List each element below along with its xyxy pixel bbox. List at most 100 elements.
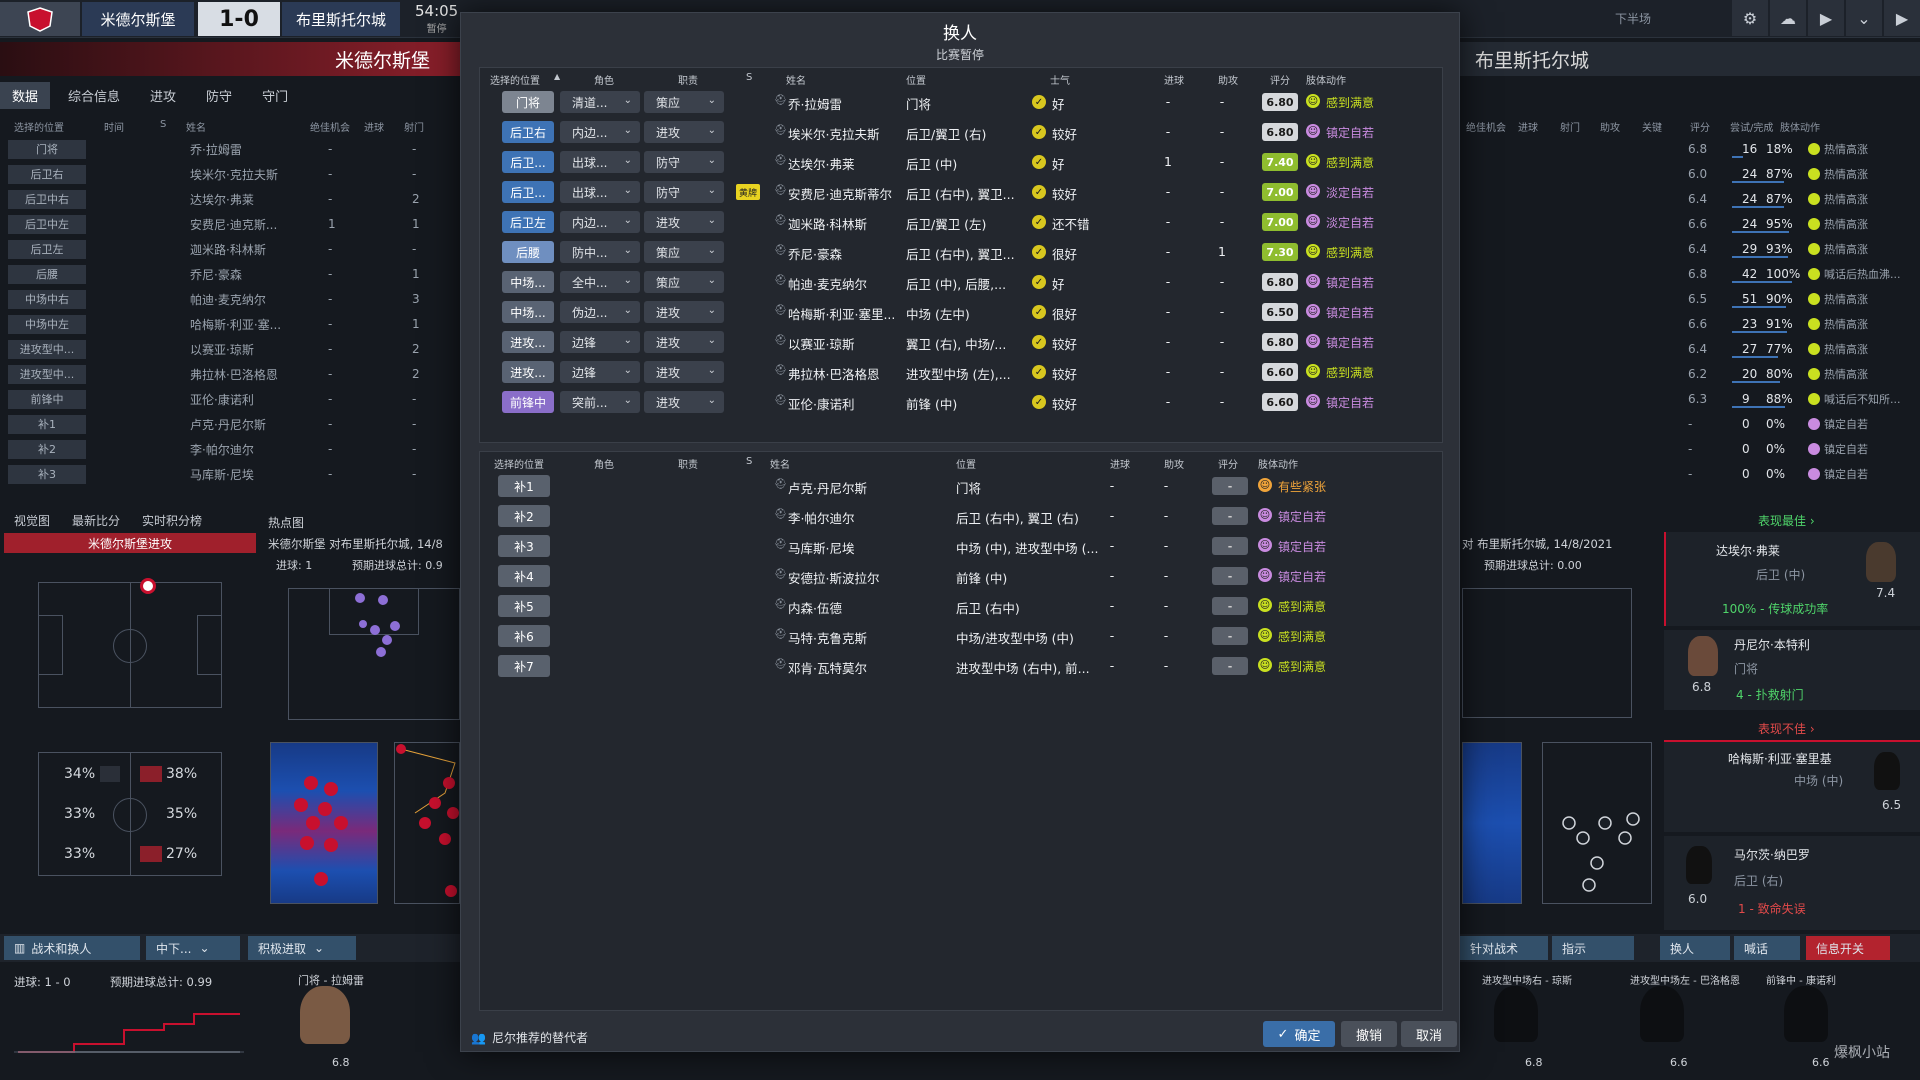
sub-row[interactable]: 补2 ⛑ 李·帕尔迪尔 后卫 (右中), 翼卫 (右) - - - ☺ 镇定自若 bbox=[480, 502, 1442, 530]
role-dropdown[interactable]: 边锋 ⌄ bbox=[560, 331, 640, 353]
shout-button[interactable]: 喊话 bbox=[1734, 936, 1800, 960]
position-chip[interactable]: 补2 bbox=[498, 505, 550, 527]
position-chip[interactable]: 中场... bbox=[502, 271, 554, 293]
opposition-tactics-button[interactable]: 针对战术 bbox=[1460, 936, 1548, 960]
right-player-row[interactable]: 6.4 27 77% 热情高涨 bbox=[1466, 338, 1906, 360]
position-chip[interactable]: 补5 bbox=[498, 595, 550, 617]
player-name[interactable]: 以赛亚·琼斯 bbox=[788, 334, 854, 353]
player-name[interactable]: 帕迪·麦克纳尔 bbox=[788, 274, 867, 293]
player-name[interactable]: 乔·拉姆雷 bbox=[788, 94, 842, 113]
play-icon[interactable]: ▶ bbox=[1884, 0, 1920, 36]
duty-dropdown[interactable]: 进攻 ⌄ bbox=[644, 121, 724, 143]
confirm-button[interactable]: ✓ 确定 bbox=[1263, 1021, 1335, 1047]
sub-row[interactable]: 补7 ⛑ 邓肯·瓦特莫尔 进攻型中场 (右中), 前... - - - ☺ 感到满意 bbox=[480, 652, 1442, 680]
tab-overview[interactable]: 综合信息 bbox=[56, 82, 132, 109]
worst-player-card-1[interactable]: 哈梅斯·利亚·塞里基 中场 (中) 6.5 bbox=[1664, 740, 1920, 832]
starter-row[interactable]: 中场... 全中... ⌄ 策应 ⌄ ⛑ 帕迪·麦克纳尔 后卫 (中), 后腰,... ✓ 好 - -… bbox=[480, 268, 1442, 296]
role-dropdown[interactable]: 防中... ⌄ bbox=[560, 241, 640, 263]
left-player-row[interactable]: 前锋中 亚伦·康诺利 - - bbox=[8, 388, 448, 410]
best-performers-link[interactable]: 表现最佳 › bbox=[1758, 512, 1815, 529]
starter-row[interactable]: 后卫... 出球... ⌄ 防守 ⌄ 黄牌 ⛑ 安费尼·迪克斯蒂尔 后卫 (右中), 翼卫...… bbox=[480, 178, 1442, 206]
starter-row[interactable]: 前锋中 突前... ⌄ 进攻 ⌄ ⛑ 亚伦·康诺利 前锋 (中) ✓ 较好 - - 6.60 ☺ 镇定自若 bbox=[480, 388, 1442, 416]
position-chip[interactable]: 进攻... bbox=[502, 361, 554, 383]
tab-attack[interactable]: 进攻 bbox=[138, 82, 188, 109]
settings-icon[interactable]: ⚙ bbox=[1732, 0, 1768, 36]
right-player-row[interactable]: - 0 0% 镇定自若 bbox=[1466, 463, 1906, 485]
tab-defense[interactable]: 防守 bbox=[194, 82, 244, 109]
sub-row[interactable]: 补5 ⛑ 内森·伍德 后卫 (右中) - - - ☺ 感到满意 bbox=[480, 592, 1442, 620]
substitution-button[interactable]: 换人 bbox=[1660, 936, 1730, 960]
player-name[interactable]: 卢克·丹尼尔斯 bbox=[788, 478, 867, 497]
starter-row[interactable]: 门将 清道... ⌄ 策应 ⌄ ⛑ 乔·拉姆雷 门将 ✓ 好 - - 6.80 ☺ 感到满意 bbox=[480, 88, 1442, 116]
right-player-row[interactable]: - 0 0% 镇定自若 bbox=[1466, 413, 1906, 435]
right-player-row[interactable]: - 0 0% 镇定自若 bbox=[1466, 438, 1906, 460]
left-player-row[interactable]: 进攻型中... 以赛亚·琼斯 - 2 bbox=[8, 338, 448, 360]
right-player-row[interactable]: 6.3 9 88% 喊话后不知所... bbox=[1466, 388, 1906, 410]
left-player-row[interactable]: 中场中右 帕迪·麦克纳尔 - 3 bbox=[8, 288, 448, 310]
position-chip[interactable]: 后卫... bbox=[502, 151, 554, 173]
player-name[interactable]: 内森·伍德 bbox=[788, 598, 842, 617]
tab-goalkeeping[interactable]: 守门 bbox=[250, 82, 300, 109]
left-player-row[interactable]: 进攻型中... 弗拉林·巴洛格恩 - 2 bbox=[8, 363, 448, 385]
player-name[interactable]: 哈梅斯·利亚·塞里... bbox=[788, 304, 895, 323]
position-chip[interactable]: 前锋中 bbox=[502, 391, 554, 413]
tab-visual[interactable]: 视觉图 bbox=[14, 512, 50, 529]
duty-dropdown[interactable]: 策应 ⌄ bbox=[644, 241, 724, 263]
duty-dropdown[interactable]: 进攻 ⌄ bbox=[644, 301, 724, 323]
left-player-row[interactable]: 门将 乔·拉姆雷 - - bbox=[8, 138, 448, 160]
player-name[interactable]: 安德拉·斯波拉尔 bbox=[788, 568, 879, 587]
player-name[interactable]: 邓肯·瓦特莫尔 bbox=[788, 658, 867, 677]
left-player-row[interactable]: 后卫左 迦米路·科林斯 - - bbox=[8, 238, 448, 260]
role-dropdown[interactable]: 突前... ⌄ bbox=[560, 391, 640, 413]
cancel-button[interactable]: 取消 bbox=[1401, 1021, 1457, 1047]
left-player-row[interactable]: 后腰 乔尼·豪森 - 1 bbox=[8, 263, 448, 285]
camera-icon[interactable]: ▶ bbox=[1808, 0, 1844, 36]
duty-dropdown[interactable]: 进攻 ⌄ bbox=[644, 331, 724, 353]
right-player-row[interactable]: 6.6 23 91% 热情高涨 bbox=[1466, 313, 1906, 335]
right-player-row[interactable]: 6.6 24 95% 热情高涨 bbox=[1466, 213, 1906, 235]
sub-row[interactable]: 补1 ⛑ 卢克·丹尼尔斯 门将 - - - ☺ 有些紧张 bbox=[480, 472, 1442, 500]
position-chip[interactable]: 进攻... bbox=[502, 331, 554, 353]
starter-row[interactable]: 后卫... 出球... ⌄ 防守 ⌄ ⛑ 达埃尔·弗莱 后卫 (中) ✓ 好 1 - 7.40 ☺ 感到满意 bbox=[480, 148, 1442, 176]
starter-row[interactable]: 进攻... 边锋 ⌄ 进攻 ⌄ ⛑ 弗拉林·巴洛格恩 进攻型中场 (左),... ✓ 较好 - - 6.… bbox=[480, 358, 1442, 386]
position-chip[interactable]: 补1 bbox=[498, 475, 550, 497]
position-chip[interactable]: 补4 bbox=[498, 565, 550, 587]
position-chip[interactable]: 补6 bbox=[498, 625, 550, 647]
role-dropdown[interactable]: 内边... ⌄ bbox=[560, 211, 640, 233]
player-name[interactable]: 李·帕尔迪尔 bbox=[788, 508, 854, 527]
role-dropdown[interactable]: 伪边... ⌄ bbox=[560, 301, 640, 323]
player-name[interactable]: 马库斯·尼埃 bbox=[788, 538, 854, 557]
duty-dropdown[interactable]: 进攻 ⌄ bbox=[644, 211, 724, 233]
position-chip[interactable]: 补7 bbox=[498, 655, 550, 677]
suggested-replacement[interactable]: 👥 尼尔推荐的替代者 bbox=[471, 1029, 588, 1046]
duty-dropdown[interactable]: 防守 ⌄ bbox=[644, 151, 724, 173]
left-player-row[interactable]: 补3 马库斯·尼埃 - - bbox=[8, 463, 448, 485]
weather-icon[interactable]: ☁ bbox=[1770, 0, 1806, 36]
mentality-dropdown[interactable]: 中下... ⌄ bbox=[146, 936, 240, 960]
tab-live-table[interactable]: 实时积分榜 bbox=[142, 512, 202, 529]
right-player-row[interactable]: 6.2 20 80% 热情高涨 bbox=[1466, 363, 1906, 385]
sub-row[interactable]: 补3 ⛑ 马库斯·尼埃 中场 (中), 进攻型中场 (... - - - ☺ 镇定自若 bbox=[480, 532, 1442, 560]
left-player-row[interactable]: 后卫右 埃米尔·克拉夫斯 - - bbox=[8, 163, 448, 185]
best-player-card-2[interactable]: 丹尼尔·本特利 门将 6.8 4 - 扑救射门 bbox=[1664, 630, 1920, 710]
left-player-row[interactable]: 后卫中左 安费尼·迪克斯... 1 1 bbox=[8, 213, 448, 235]
instructions-button[interactable]: 指示 bbox=[1552, 936, 1634, 960]
worst-performers-link[interactable]: 表现不佳 › bbox=[1758, 720, 1815, 737]
duty-dropdown[interactable]: 进攻 ⌄ bbox=[644, 391, 724, 413]
position-chip[interactable]: 中场... bbox=[502, 301, 554, 323]
tab-latest-score[interactable]: 最新比分 bbox=[72, 512, 120, 529]
starter-row[interactable]: 后卫右 内边... ⌄ 进攻 ⌄ ⛑ 埃米尔·克拉夫斯 后卫/翼卫 (右) ✓ 较好 - - 6.80 ☺… bbox=[480, 118, 1442, 146]
role-dropdown[interactable]: 出球... ⌄ bbox=[560, 151, 640, 173]
worst-player-card-2[interactable]: 马尔茨·纳巴罗 后卫 (右) 6.0 1 - 致命失误 bbox=[1664, 836, 1920, 930]
sub-row[interactable]: 补6 ⛑ 马特·克鲁克斯 中场/进攻型中场 (中) - - - ☺ 感到满意 bbox=[480, 622, 1442, 650]
attack-style-dropdown[interactable]: 积极进取 ⌄ bbox=[248, 936, 356, 960]
right-player-row[interactable]: 6.8 16 18% 热情高涨 bbox=[1466, 138, 1906, 160]
duty-dropdown[interactable]: 策应 ⌄ bbox=[644, 91, 724, 113]
right-player-row[interactable]: 6.4 24 87% 热情高涨 bbox=[1466, 188, 1906, 210]
player-name[interactable]: 达埃尔·弗莱 bbox=[788, 154, 854, 173]
player-name[interactable]: 乔尼·豪森 bbox=[788, 244, 842, 263]
info-toggle-button[interactable]: 信息开关 bbox=[1806, 936, 1890, 960]
player-name[interactable]: 马特·克鲁克斯 bbox=[788, 628, 867, 647]
position-chip[interactable]: 补3 bbox=[498, 535, 550, 557]
tactics-button[interactable]: ▥ 战术和换人 bbox=[4, 936, 140, 960]
